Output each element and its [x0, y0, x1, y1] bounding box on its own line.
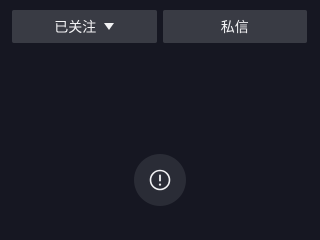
notice-button[interactable] [134, 154, 186, 206]
message-button-label: 私信 [220, 19, 249, 36]
following-button-label: 已关注 [54, 19, 97, 36]
exclamation-circle-icon [149, 169, 171, 191]
following-dropdown-button[interactable]: 已关注 [12, 10, 157, 43]
profile-action-bar: 已关注 私信 [12, 10, 307, 43]
profile-page: 已关注 私信 [0, 0, 320, 206]
caret-down-icon [104, 23, 115, 30]
direct-message-button[interactable]: 私信 [162, 10, 307, 43]
